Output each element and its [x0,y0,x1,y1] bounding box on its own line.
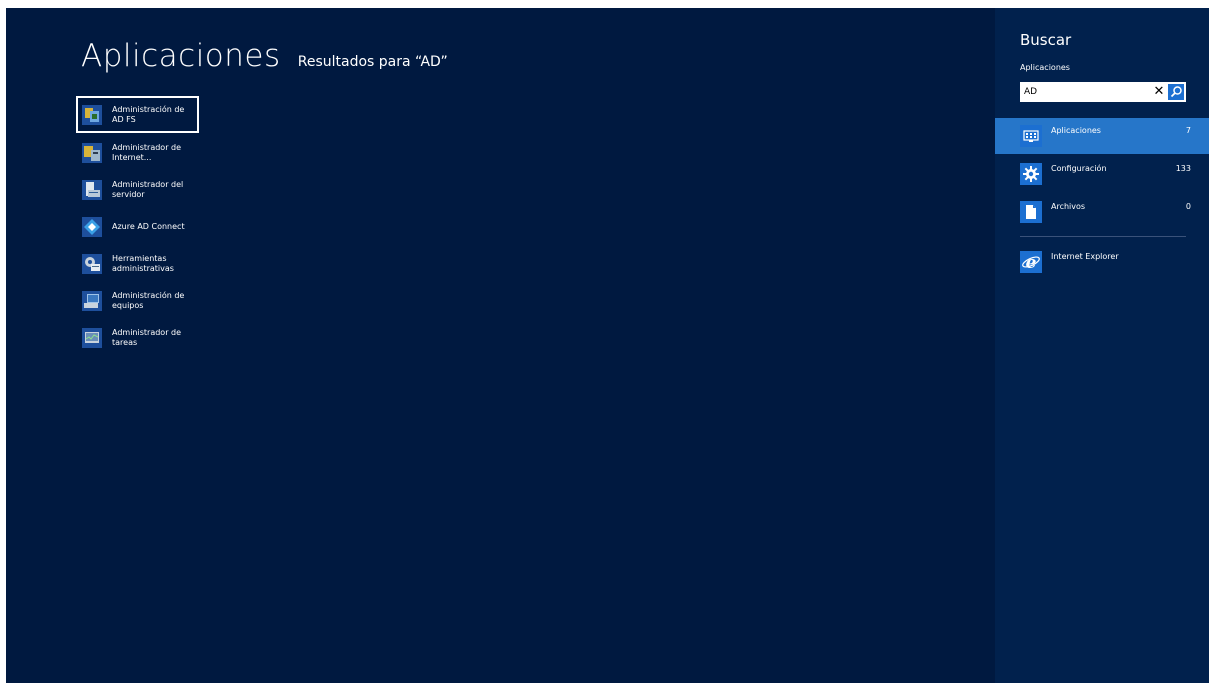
scope-count: 7 [1185,126,1191,135]
search-box: ✕ [1020,82,1186,102]
app-result-label: Administración de equipos [112,290,185,310]
search-input[interactable] [1020,82,1148,102]
results-subtitle: Resultados para “AD” [297,54,448,70]
app-result-ad-fs-management[interactable]: Administración de AD FS [76,96,199,133]
admin-tools-icon [82,253,102,274]
ad-fs-management-icon [82,104,102,125]
app-result-azure-ad-connect[interactable]: Azure AD Connect [76,209,199,244]
app-result-label: Administrador de Internet... [112,142,182,162]
svg-text:e: e [1026,253,1037,273]
search-pane: Buscar Aplicaciones ✕ [995,8,1209,683]
app-result-label: Administrador de tareas [112,327,182,347]
settings-gear-icon [1020,163,1042,185]
server-manager-icon [82,179,102,200]
task-manager-icon [82,327,102,348]
internet-explorer-icon: e [1020,251,1042,273]
scope-label: Aplicaciones [1051,126,1101,135]
search-button[interactable] [1168,84,1184,100]
iis-manager-icon [82,142,102,163]
app-result-label: Azure AD Connect [112,221,185,231]
scope-label: Configuración [1051,164,1107,173]
start-search-screen: Aplicaciones Resultados para “AD” Admini… [6,8,1209,683]
scope-count: 133 [1175,164,1191,173]
apps-icon [1020,125,1042,147]
app-result-server-manager[interactable]: Administrador del servidor [76,172,199,207]
app-result-label: Administración de AD FS [112,104,185,124]
app-result-label: Herramientas administrativas [112,253,174,273]
scope-settings[interactable]: Configuración 133 [995,156,1209,192]
scope-files[interactable]: Archivos 0 [995,194,1209,230]
clear-search-button[interactable]: ✕ [1152,82,1166,102]
azure-ad-connect-icon [82,216,102,237]
scope-apps[interactable]: Aplicaciones 7 [995,118,1209,154]
app-result-iis-manager[interactable]: Administrador de Internet... [76,135,199,170]
pane-divider [1020,236,1186,237]
computer-management-icon [82,290,102,311]
scope-count: 0 [1185,202,1191,211]
app-result-task-manager[interactable]: Administrador de tareas [76,320,199,355]
search-scope-label: Aplicaciones [1020,63,1070,72]
page-title: Aplicaciones [81,38,281,74]
results-heading: Aplicaciones Resultados para “AD” [81,38,448,74]
file-icon [1020,201,1042,223]
app-suggestion-internet-explorer[interactable]: e Internet Explorer [995,244,1209,280]
scope-label: Archivos [1051,202,1086,211]
search-pane-title: Buscar [1020,31,1072,49]
app-result-label: Administrador del servidor [112,179,184,199]
app-suggestion-label: Internet Explorer [1051,252,1119,261]
results-list: Administración de AD FS Administrador de… [76,96,199,357]
app-result-computer-management[interactable]: Administración de equipos [76,283,199,318]
app-result-admin-tools[interactable]: Herramientas administrativas [76,246,199,281]
search-icon [1170,86,1182,98]
